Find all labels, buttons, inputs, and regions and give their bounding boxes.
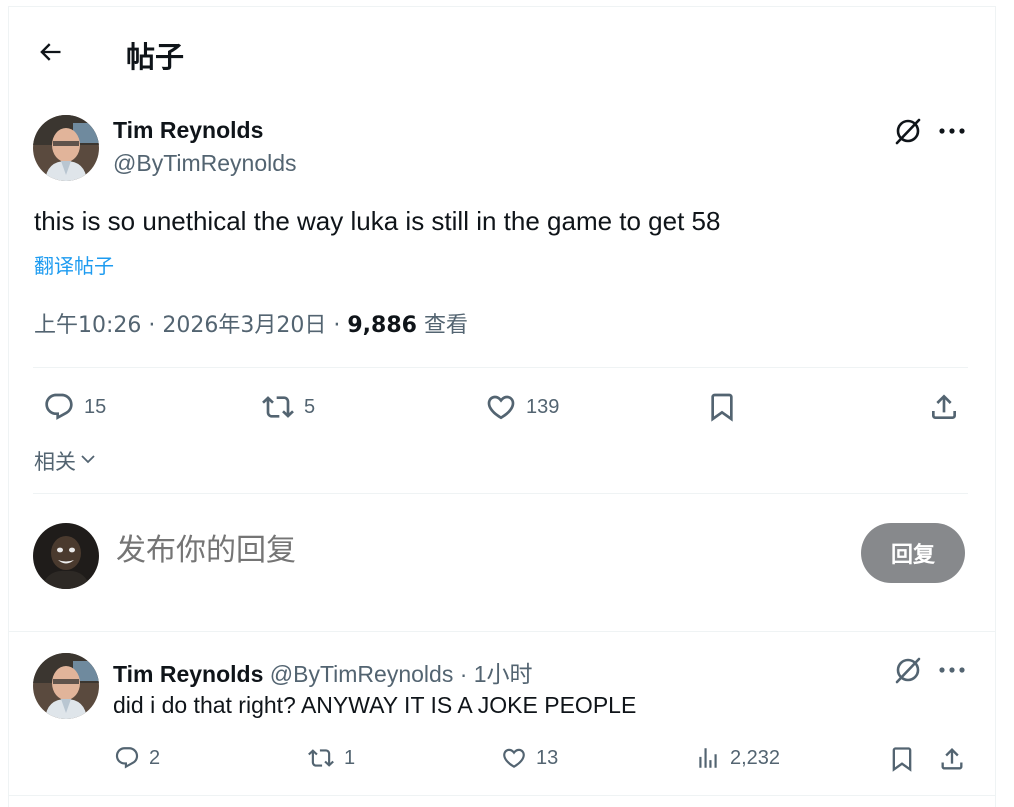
- reply-count: 15: [84, 395, 107, 418]
- repost-count: 5: [304, 395, 316, 418]
- post-text: this is so unethical the way luka is sti…: [34, 206, 721, 236]
- page-title: 帖子: [126, 40, 185, 74]
- reply-bookmark-action[interactable]: [888, 745, 916, 773]
- more-options-icon[interactable]: [936, 115, 968, 147]
- heart-icon: [484, 391, 518, 423]
- reply-header: Tim Reynolds @ByTimReynolds · 1小时: [113, 655, 533, 689]
- author-handle[interactable]: @ByTimReynolds: [113, 150, 297, 177]
- bookmark-icon: [888, 745, 916, 773]
- reply-time[interactable]: · 1小时: [460, 661, 533, 687]
- heart-icon: [500, 745, 528, 771]
- bookmark-icon: [706, 391, 738, 423]
- reply-icon: [42, 391, 76, 423]
- divider: [33, 493, 968, 494]
- reply-reply-count: 2: [149, 746, 161, 769]
- repost-action[interactable]: 5: [260, 391, 315, 423]
- views-chart-icon: [694, 745, 722, 771]
- meta-separator: ·: [326, 313, 348, 338]
- post-meta: 上午10:26 · 2026年3月20日 · 9,886 查看: [34, 307, 468, 339]
- repost-icon: [306, 745, 336, 771]
- post-time[interactable]: 上午10:26: [34, 313, 141, 338]
- reply-author-handle[interactable]: @ByTimReynolds: [270, 661, 454, 687]
- share-icon: [928, 391, 960, 423]
- reply-repost-action[interactable]: 1: [306, 745, 355, 771]
- like-action[interactable]: 139: [484, 391, 559, 423]
- repost-icon: [260, 391, 296, 423]
- reply-icon: [113, 745, 141, 771]
- post-date[interactable]: 2026年3月20日: [162, 313, 326, 338]
- related-label: 相关: [34, 450, 76, 474]
- share-icon: [938, 745, 966, 773]
- reply-action[interactable]: 15: [42, 391, 106, 423]
- reply-like-action[interactable]: 13: [500, 745, 558, 771]
- author-name[interactable]: Tim Reynolds: [113, 117, 263, 144]
- reply-author-avatar[interactable]: [33, 653, 99, 719]
- reply-repost-count: 1: [344, 746, 356, 769]
- related-toggle[interactable]: 相关: [34, 446, 98, 476]
- bookmark-action[interactable]: [706, 391, 738, 423]
- reply-text: did i do that right? ANYWAY IT IS A JOKE…: [113, 692, 637, 718]
- reply-like-count: 13: [536, 746, 559, 769]
- like-count: 139: [526, 395, 560, 418]
- translate-post-link[interactable]: 翻译帖子: [34, 250, 114, 279]
- more-options-icon[interactable]: [936, 654, 968, 686]
- grok-icon[interactable]: [892, 115, 924, 147]
- meta-separator: ·: [141, 313, 163, 338]
- divider: [33, 367, 968, 368]
- reply-button[interactable]: 回复: [861, 523, 965, 583]
- author-avatar[interactable]: [33, 115, 99, 181]
- share-action[interactable]: [928, 391, 960, 423]
- views-count: 9,886: [347, 313, 417, 338]
- divider: [8, 631, 996, 632]
- user-avatar[interactable]: [33, 523, 99, 589]
- chevron-down-icon: [78, 449, 98, 474]
- back-arrow-icon[interactable]: [34, 36, 66, 68]
- divider: [8, 795, 996, 796]
- reply-author-name[interactable]: Tim Reynolds: [113, 661, 263, 687]
- reply-views-action[interactable]: 2,232: [694, 745, 780, 771]
- views-label: 查看: [423, 313, 468, 338]
- reply-views-count: 2,232: [730, 746, 781, 769]
- reply-share-action[interactable]: [938, 745, 966, 773]
- reply-reply-action[interactable]: 2: [113, 745, 160, 771]
- reply-input[interactable]: [116, 533, 716, 568]
- grok-icon[interactable]: [892, 654, 924, 686]
